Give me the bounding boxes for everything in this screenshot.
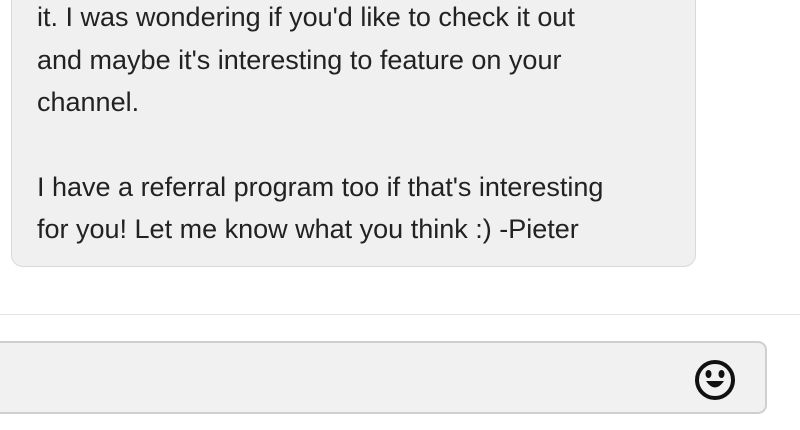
message-line: it. I was wondering if you'd like to che… (37, 2, 575, 32)
message-bubble: it. I was wondering if you'd like to che… (11, 0, 696, 267)
emoji-button[interactable] (693, 358, 737, 402)
composer-divider (0, 314, 800, 315)
chat-message-area: it. I was wondering if you'd like to che… (0, 0, 800, 314)
message-input[interactable] (0, 341, 767, 414)
message-line: and maybe it's interesting to feature on… (37, 45, 562, 75)
message-line: for you! Let me know what you think :) -… (37, 214, 579, 244)
message-line: channel. (37, 87, 140, 117)
emoji-smiley-icon (695, 360, 735, 400)
message-line: I have a referral program too if that's … (37, 172, 604, 202)
